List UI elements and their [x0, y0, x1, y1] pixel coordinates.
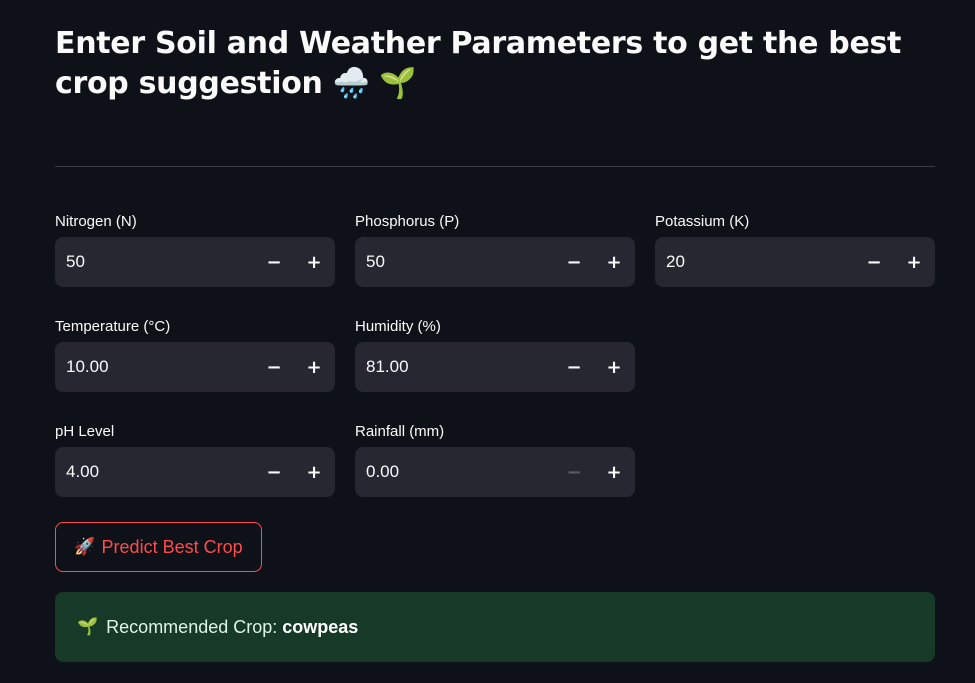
phosphorus-input[interactable]: 50 — [355, 252, 554, 272]
humidity-decrement-button[interactable]: − — [554, 342, 594, 392]
humidity-field: Humidity (%) 81.00 − + — [355, 318, 635, 392]
humidity-input[interactable]: 81.00 — [355, 357, 554, 377]
rocket-icon: 🚀 — [74, 537, 96, 556]
predict-best-crop-button[interactable]: 🚀 Predict Best Crop — [55, 522, 262, 572]
temperature-increment-button[interactable]: + — [294, 342, 334, 392]
nitrogen-field: Nitrogen (N) 50 − + — [55, 213, 335, 287]
divider — [55, 166, 935, 167]
phosphorus-decrement-button[interactable]: − — [554, 237, 594, 287]
potassium-decrement-button[interactable]: − — [854, 237, 894, 287]
recommended-crop-value: cowpeas — [282, 616, 359, 637]
weather-sprout-emoji-icon: 🌧️ 🌱 — [332, 66, 417, 101]
temperature-decrement-button[interactable]: − — [254, 342, 294, 392]
rainfall-decrement-button: − — [566, 461, 582, 483]
potassium-input[interactable]: 20 — [655, 252, 854, 272]
nitrogen-number-input: 50 − + — [55, 237, 335, 287]
phosphorus-increment-button[interactable]: + — [594, 237, 634, 287]
potassium-field: Potassium (K) 20 − + — [655, 213, 935, 287]
app-page: Enter Soil and Weather Parameters to get… — [0, 0, 975, 683]
phosphorus-number-input: 50 − + — [355, 237, 635, 287]
nitrogen-input[interactable]: 50 — [55, 252, 254, 272]
page-title: Enter Soil and Weather Parameters to get… — [55, 24, 935, 104]
potassium-label: Potassium (K) — [655, 213, 750, 230]
potassium-number-input: 20 − + — [655, 237, 935, 287]
rainfall-increment-button[interactable]: + — [594, 447, 634, 497]
rainfall-input[interactable]: 0.00 — [355, 462, 554, 482]
phosphorus-label: Phosphorus (P) — [355, 213, 460, 230]
temperature-field: Temperature (°C) 10.00 − + — [55, 318, 335, 392]
ph-number-input: 4.00 − + — [55, 447, 335, 497]
ph-label: pH Level — [55, 423, 115, 440]
ph-field: pH Level 4.00 − + — [55, 423, 335, 497]
ph-input[interactable]: 4.00 — [55, 462, 254, 482]
ph-increment-button[interactable]: + — [294, 447, 334, 497]
seedling-icon: 🌱 — [77, 617, 99, 636]
nitrogen-label: Nitrogen (N) — [55, 213, 137, 230]
recommended-crop-label: Recommended Crop: — [106, 616, 278, 637]
nitrogen-decrement-button[interactable]: − — [254, 237, 294, 287]
nitrogen-increment-button[interactable]: + — [294, 237, 334, 287]
humidity-number-input: 81.00 − + — [355, 342, 635, 392]
temperature-input[interactable]: 10.00 — [55, 357, 254, 377]
temperature-label: Temperature (°C) — [55, 318, 171, 335]
ph-decrement-button[interactable]: − — [254, 447, 294, 497]
recommended-crop-alert: 🌱 Recommended Crop: cowpeas — [55, 592, 935, 662]
humidity-label: Humidity (%) — [355, 318, 441, 335]
phosphorus-field: Phosphorus (P) 50 − + — [355, 213, 635, 287]
potassium-increment-button[interactable]: + — [894, 237, 934, 287]
rainfall-label: Rainfall (mm) — [355, 423, 445, 440]
rainfall-number-input: 0.00 − + — [355, 447, 635, 497]
humidity-increment-button[interactable]: + — [594, 342, 634, 392]
page-title-text: Enter Soil and Weather Parameters to get… — [55, 26, 902, 101]
predict-button-label: Predict Best Crop — [101, 536, 243, 557]
rainfall-field: Rainfall (mm) 0.00 − + — [355, 423, 635, 497]
temperature-number-input: 10.00 − + — [55, 342, 335, 392]
